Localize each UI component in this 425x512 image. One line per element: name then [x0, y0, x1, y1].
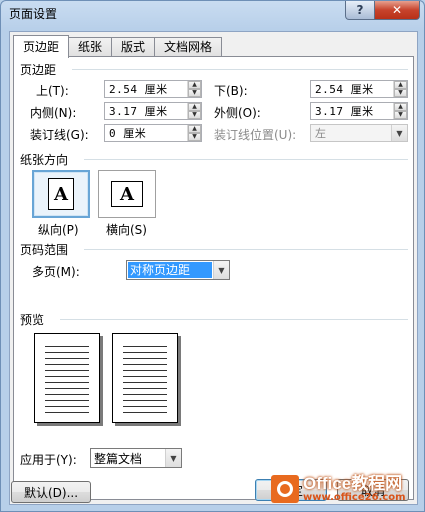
bottom-margin-value[interactable]: 2.54 厘米: [311, 81, 393, 97]
margins-separator: [72, 69, 408, 70]
pages-separator: [84, 249, 408, 250]
chevron-down-icon[interactable]: ▼: [391, 125, 407, 141]
chevron-down-icon[interactable]: ▼: [165, 449, 181, 467]
margins-section-label: 页边距: [20, 63, 57, 77]
dialog-title: 页面设置: [9, 7, 58, 21]
title-bar: 页面设置 ? ✕: [1, 1, 424, 27]
landscape-page-icon: A: [111, 181, 145, 209]
spin-down-icon[interactable]: ▼: [394, 111, 407, 119]
preview-text-line: [123, 388, 167, 389]
preview-text-line: [123, 358, 167, 359]
spin-up-icon[interactable]: ▲: [394, 103, 407, 111]
gutter-value[interactable]: 0 厘米: [105, 125, 187, 141]
apply-to-value[interactable]: 整篇文档: [91, 450, 165, 467]
preview-text-line: [45, 346, 89, 347]
preview-text-line: [45, 364, 89, 365]
pages-section-label: 页码范围: [20, 243, 69, 257]
inside-margin-value[interactable]: 3.17 厘米: [105, 103, 187, 119]
preview-text-line: [123, 376, 167, 377]
spin-down-icon[interactable]: ▼: [188, 133, 201, 141]
preview-text-line: [45, 370, 89, 371]
margins-panel: 页边距 上(T): 2.54 厘米 ▲ ▼ 下(B): 2.54 厘米 ▲ ▼ 内侧…: [13, 56, 414, 500]
preview-text-line: [123, 406, 167, 407]
tab-strip: 页边距 纸张 版式 文档网格: [13, 35, 223, 58]
preview-text-line: [45, 412, 89, 413]
tab-layout[interactable]: 版式: [111, 37, 156, 57]
preview-text-line: [45, 382, 89, 383]
gutter-spinner[interactable]: 0 厘米 ▲ ▼: [104, 124, 202, 142]
preview-right-page: [112, 333, 178, 423]
help-button[interactable]: ?: [345, 1, 375, 20]
outside-margin-spinner[interactable]: 3.17 厘米 ▲ ▼: [310, 102, 408, 120]
spin-up-icon[interactable]: ▲: [188, 125, 201, 133]
multiple-pages-dropdown[interactable]: 对称页边距 ▼: [126, 260, 230, 280]
apply-to-label: 应用于(Y):: [20, 453, 77, 467]
multiple-pages-label: 多页(M):: [32, 265, 80, 279]
preview-text-line: [45, 358, 89, 359]
gutter-label: 装订线(G):: [30, 128, 89, 142]
spin-up-icon[interactable]: ▲: [394, 81, 407, 89]
landscape-label[interactable]: 横向(S): [106, 221, 147, 238]
chevron-down-icon[interactable]: ▼: [213, 261, 229, 279]
preview-text-line: [123, 412, 167, 413]
preview-text-line: [123, 364, 167, 365]
preview-left-page: [34, 333, 100, 423]
preview-text-line: [45, 388, 89, 389]
spin-down-icon[interactable]: ▼: [188, 89, 201, 97]
apply-to-dropdown[interactable]: 整篇文档 ▼: [90, 448, 182, 468]
portrait-label[interactable]: 纵向(P): [38, 221, 79, 238]
preview-section-label: 预览: [20, 313, 45, 327]
bottom-margin-label: 下(B):: [214, 84, 248, 98]
preview-text-line: [45, 376, 89, 377]
top-margin-value[interactable]: 2.54 厘米: [105, 81, 187, 97]
watermark-brand: Office教程网: [303, 473, 403, 493]
office-watermark: Office教程网 www.office26.com: [271, 467, 423, 511]
preview-text-line: [123, 370, 167, 371]
office-logo-icon: [271, 475, 299, 503]
close-button[interactable]: ✕: [374, 1, 420, 20]
multiple-pages-value[interactable]: 对称页边距: [128, 262, 212, 278]
gutter-position-value: 左: [315, 127, 327, 140]
spin-down-icon[interactable]: ▼: [188, 111, 201, 119]
preview-separator: [60, 319, 408, 320]
preview-text-line: [45, 406, 89, 407]
outside-margin-value[interactable]: 3.17 厘米: [311, 103, 393, 119]
preview-text-line: [45, 394, 89, 395]
preview-text-line: [45, 400, 89, 401]
preview-text-line: [123, 394, 167, 395]
top-margin-spinner[interactable]: 2.54 厘米 ▲ ▼: [104, 80, 202, 98]
watermark-url: www.office26.com: [303, 491, 406, 503]
preview-text-line: [123, 346, 167, 347]
preview-text-line: [123, 400, 167, 401]
dialog-body: 页边距 纸张 版式 文档网格 页边距 上(T): 2.54 厘米 ▲ ▼ 下(B)…: [9, 31, 418, 505]
top-margin-label: 上(T):: [36, 84, 69, 98]
page-setup-dialog: 页面设置 ? ✕ 页边距 纸张 版式 文档网格 页边距 上(T): 2.54 厘…: [0, 0, 425, 512]
landscape-option[interactable]: A: [98, 170, 156, 218]
spin-down-icon[interactable]: ▼: [394, 89, 407, 97]
spin-up-icon[interactable]: ▲: [188, 103, 201, 111]
gutter-position-label: 装订线位置(U):: [214, 128, 297, 142]
preview-text-line: [123, 352, 167, 353]
tab-margins[interactable]: 页边距: [13, 35, 70, 58]
tab-paper[interactable]: 纸张: [68, 37, 113, 57]
inside-margin-label: 内侧(N):: [30, 106, 77, 120]
default-button[interactable]: 默认(D)...: [11, 481, 91, 503]
orientation-separator: [84, 159, 408, 160]
gutter-position-dropdown[interactable]: 左 ▼: [310, 124, 408, 142]
inside-margin-spinner[interactable]: 3.17 厘米 ▲ ▼: [104, 102, 202, 120]
spin-up-icon[interactable]: ▲: [188, 81, 201, 89]
portrait-option[interactable]: A: [32, 170, 90, 218]
orientation-section-label: 纸张方向: [20, 153, 69, 167]
bottom-margin-spinner[interactable]: 2.54 厘米 ▲ ▼: [310, 80, 408, 98]
outside-margin-label: 外侧(O):: [214, 106, 261, 120]
tab-document-grid[interactable]: 文档网格: [154, 37, 223, 57]
portrait-page-icon: A: [48, 178, 76, 212]
preview-text-line: [123, 382, 167, 383]
preview-text-line: [45, 352, 89, 353]
